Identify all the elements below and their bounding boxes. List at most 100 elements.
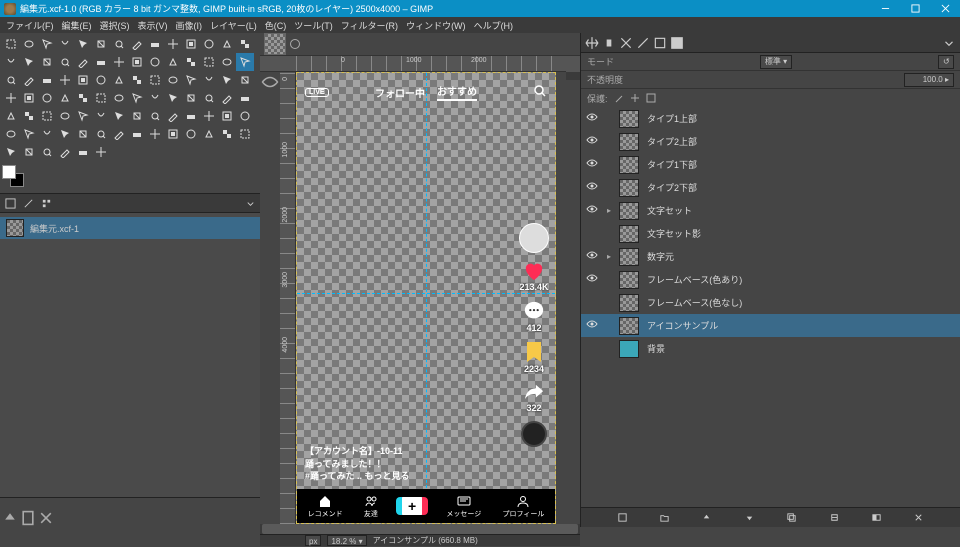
tool-button[interactable] <box>56 107 74 125</box>
tool-button[interactable] <box>74 89 92 107</box>
eye-icon[interactable] <box>585 272 599 287</box>
tool-button[interactable] <box>218 35 236 53</box>
tool-button[interactable] <box>146 107 164 125</box>
eye-icon[interactable] <box>585 249 599 264</box>
lock-move-icon[interactable] <box>630 93 640 103</box>
tool-button[interactable] <box>38 107 56 125</box>
tool-button[interactable] <box>182 35 200 53</box>
layer-row[interactable]: タイプ2上部 <box>581 130 960 153</box>
tool-button[interactable] <box>110 89 128 107</box>
rs-path-icon[interactable] <box>670 36 684 50</box>
tool-button[interactable] <box>218 125 236 143</box>
tool-button[interactable] <box>92 89 110 107</box>
tool-button[interactable] <box>200 35 218 53</box>
tool-button[interactable] <box>164 35 182 53</box>
layer-dup-icon[interactable] <box>786 512 797 523</box>
eye-icon[interactable] <box>585 157 599 172</box>
tool-button[interactable] <box>92 35 110 53</box>
layer-row[interactable]: タイプ1上部 <box>581 107 960 130</box>
tab-images-icon[interactable] <box>2 196 18 210</box>
eye-icon[interactable] <box>585 134 599 149</box>
eye-icon[interactable] <box>585 203 599 218</box>
tool-button[interactable] <box>164 107 182 125</box>
tool-button[interactable] <box>74 53 92 71</box>
tool-button[interactable] <box>38 89 56 107</box>
tool-button[interactable] <box>218 89 236 107</box>
tool-button[interactable] <box>38 71 56 89</box>
tool-button[interactable] <box>182 53 200 71</box>
tool-button[interactable] <box>182 89 200 107</box>
tool-button[interactable] <box>2 143 20 161</box>
tool-button[interactable] <box>236 107 254 125</box>
tool-button[interactable] <box>236 35 254 53</box>
menu-item[interactable]: レイヤー(L) <box>206 19 261 32</box>
tool-button[interactable] <box>74 35 92 53</box>
tool-button[interactable] <box>218 71 236 89</box>
layer-row[interactable]: タイプ2下部 <box>581 176 960 199</box>
tool-button[interactable] <box>38 53 56 71</box>
tool-button[interactable] <box>110 71 128 89</box>
menu-item[interactable]: ツール(T) <box>290 19 337 32</box>
tool-button[interactable] <box>74 107 92 125</box>
tool-button[interactable] <box>200 125 218 143</box>
opacity-value[interactable]: 100.0 ▸ <box>904 73 954 87</box>
scrollbar-vertical[interactable] <box>566 72 580 80</box>
layer-group-icon[interactable] <box>659 512 670 523</box>
tool-button[interactable] <box>2 107 20 125</box>
layer-row[interactable]: フレームベース(色なし) <box>581 291 960 314</box>
layer-row[interactable]: ▸数字元 <box>581 245 960 268</box>
ruler-vertical[interactable]: 01000200030004000 <box>280 72 296 524</box>
tool-button[interactable] <box>110 107 128 125</box>
doc-thumb[interactable] <box>264 33 286 55</box>
layer-row[interactable]: タイプ1下部 <box>581 153 960 176</box>
tool-button[interactable] <box>218 53 236 71</box>
tool-button[interactable] <box>164 125 182 143</box>
tool-button[interactable] <box>74 143 92 161</box>
layer-merge-icon[interactable] <box>829 512 840 523</box>
menu-item[interactable]: 色(C) <box>261 19 291 32</box>
canvas[interactable]: LIVE フォロー中 おすすめ 213.4K 412 2234 322 <box>296 72 556 524</box>
tool-button[interactable] <box>2 71 20 89</box>
layer-row[interactable]: ▸文字セット <box>581 199 960 222</box>
ruler-horizontal[interactable]: 010002000 <box>296 56 566 72</box>
tool-button[interactable] <box>236 53 254 71</box>
mode-reset[interactable]: ↺ <box>938 55 954 69</box>
group-toggle[interactable]: ▸ <box>603 206 615 215</box>
tool-button[interactable] <box>38 35 56 53</box>
tool-button[interactable] <box>92 71 110 89</box>
rs-flip-icon[interactable] <box>619 36 633 50</box>
tool-button[interactable] <box>56 125 74 143</box>
tool-button[interactable] <box>146 53 164 71</box>
tool-button[interactable] <box>56 71 74 89</box>
tool-button[interactable] <box>92 107 110 125</box>
tool-button[interactable] <box>200 107 218 125</box>
minimize-button[interactable] <box>870 0 900 17</box>
fg-swatch[interactable] <box>2 165 16 179</box>
tool-button[interactable] <box>92 143 110 161</box>
group-toggle[interactable]: ▸ <box>603 252 615 261</box>
tool-button[interactable] <box>2 53 20 71</box>
layer-row[interactable]: アイコンサンプル <box>581 314 960 337</box>
tool-button[interactable] <box>20 143 38 161</box>
tool-button[interactable] <box>200 71 218 89</box>
tool-button[interactable] <box>128 89 146 107</box>
tool-button[interactable] <box>146 71 164 89</box>
tool-button[interactable] <box>182 71 200 89</box>
delete-button[interactable] <box>38 511 54 525</box>
maximize-button[interactable] <box>900 0 930 17</box>
tool-button[interactable] <box>56 143 74 161</box>
image-entry[interactable]: 編集元.xcf-1 <box>0 217 260 239</box>
layer-mask-icon[interactable] <box>871 512 882 523</box>
menu-item[interactable]: ウィンドウ(W) <box>402 19 470 32</box>
tool-button[interactable] <box>110 125 128 143</box>
rs-tool1-icon[interactable] <box>602 36 616 50</box>
tool-button[interactable] <box>236 125 254 143</box>
tool-button[interactable] <box>92 125 110 143</box>
tool-button[interactable] <box>128 125 146 143</box>
mode-select[interactable]: 標準 ▾ <box>760 55 792 69</box>
tool-button[interactable] <box>20 107 38 125</box>
tool-button[interactable] <box>110 53 128 71</box>
tool-button[interactable] <box>200 53 218 71</box>
tool-button[interactable] <box>218 107 236 125</box>
tab-brushes-icon[interactable] <box>20 196 36 210</box>
